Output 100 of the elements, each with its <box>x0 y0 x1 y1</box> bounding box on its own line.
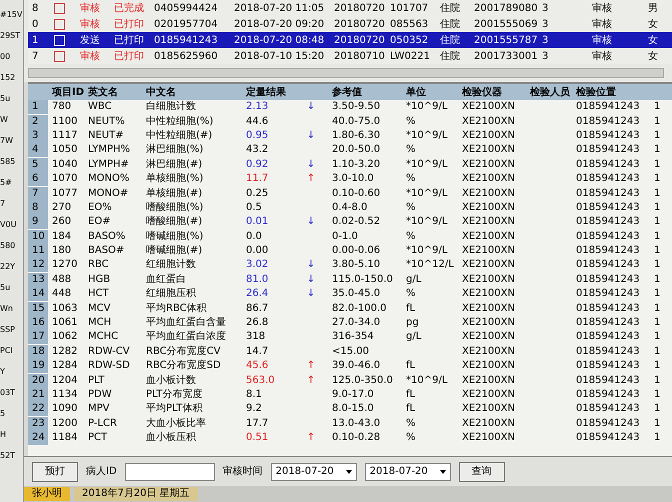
checkbox[interactable] <box>54 18 64 30</box>
table-cell-text: 平均PLT体积 <box>145 402 204 416</box>
table-cell-text: 0185941243 <box>575 330 641 344</box>
pre-print-button[interactable]: 预打 <box>32 462 78 482</box>
table-cell-text: 0.92 <box>245 158 270 172</box>
table-cell-text: XE2100XN <box>461 402 516 416</box>
table-cell-text: 35.0-45.0 <box>331 287 382 302</box>
column-header: 检验仪器 <box>460 86 503 100</box>
table-cell-text: EO# <box>87 215 112 230</box>
row-number: 23 <box>28 416 48 431</box>
table-cell-text: EO% <box>87 200 113 215</box>
row-number: 14 <box>28 287 48 302</box>
table-cell-text: 1 <box>653 344 662 359</box>
flag-arrow: ↓ <box>306 287 316 302</box>
table-cell-text: *10^9/L <box>405 244 448 258</box>
row-number: 7 <box>28 186 48 201</box>
sample-row[interactable]: 1 发送 已打印 0185941243 2018-07-20 08:48 20180720 050352 住院 2001555787 3 审核 女 <box>28 32 672 48</box>
date-to-dropdown[interactable]: 2018-07-20 <box>364 462 451 480</box>
table-cell-text: 0.5 <box>245 200 263 215</box>
column-header: 项目ID <box>50 86 84 100</box>
table-cell-text: MCHC <box>87 330 120 344</box>
table-cell-text: MONO% <box>87 172 130 186</box>
table-cell-text: 0185941243 <box>153 34 219 48</box>
table-cell-text: 7 <box>31 50 40 64</box>
table-cell-text: LYMPH% <box>87 143 132 158</box>
table-cell-text: 1 <box>653 128 662 143</box>
table-cell-text: 20180710 <box>333 50 386 64</box>
table-cell-text: MONO# <box>87 186 130 201</box>
table-cell-text: 淋巴细胞(#) <box>145 158 204 172</box>
table-cell-text: 26.8 <box>245 316 270 330</box>
table-cell-text: 2001789080 <box>473 2 538 16</box>
table-cell-text: 住院 <box>439 2 461 16</box>
table-cell-text: 180 <box>51 244 72 258</box>
table-cell-text: BASO# <box>87 244 126 258</box>
table-cell-text: 0185941243 <box>575 431 641 446</box>
table-cell-text: 0185941243 <box>575 215 641 230</box>
table-cell-text: 0185941243 <box>575 388 641 402</box>
table-cell-text: XE2100XN <box>461 128 516 143</box>
table-cell-text: 0185941243 <box>575 374 641 388</box>
patient-id-field[interactable] <box>124 462 215 480</box>
table-cell-text: *10^9/L <box>405 215 448 230</box>
table-cell-text: 318 <box>245 330 266 344</box>
table-cell-text: 中性粒细胞(%) <box>145 114 214 129</box>
table-cell-text: PDW <box>87 388 113 402</box>
query-button[interactable]: 查询 <box>458 462 505 482</box>
table-cell-text: 1090 <box>51 402 78 416</box>
sample-row[interactable]: 0 审核 已打印 0201957704 2018-07-20 09:20 20180720 085563 住院 2001555069 3 审核 女 <box>28 16 672 32</box>
table-cell-text: 9.2 <box>245 402 263 416</box>
table-cell-text: XE2100XN <box>461 330 516 344</box>
review-time-label: 审核时间 <box>222 464 263 479</box>
table-cell-text: g/L <box>405 272 422 287</box>
checkbox[interactable] <box>54 2 64 14</box>
table-cell-text: 嗜碱细胞(#) <box>145 244 204 258</box>
row-number: 9 <box>28 215 48 230</box>
date-from-dropdown[interactable]: 2018-07-20 <box>270 462 357 480</box>
table-cell-text: 45.6 <box>245 359 270 374</box>
checkbox[interactable] <box>54 50 64 62</box>
table-cell-text: XE2100XN <box>461 388 516 402</box>
table-cell-text: 488 <box>51 272 72 287</box>
table-cell-text: 184 <box>51 230 72 244</box>
table-cell-text: 0185941243 <box>575 230 641 244</box>
table-cell-text: 40.0-75.0 <box>331 114 382 129</box>
table-cell-text: 已完成 <box>113 2 145 16</box>
flag-arrow: ↓ <box>306 128 316 143</box>
table-cell-text: 1134 <box>51 388 78 402</box>
table-cell-text: 嗜酸细胞(%) <box>145 200 204 215</box>
table-cell-text: RBC分布宽度SD <box>145 359 222 374</box>
table-cell-text: 1 <box>653 359 662 374</box>
table-cell-text: 0185941243 <box>575 100 641 114</box>
side-label: 580 <box>0 240 16 252</box>
table-cell-text: 1 <box>653 388 662 402</box>
table-cell-text: 20.0-50.0 <box>331 143 382 158</box>
table-cell-text: % <box>405 416 417 431</box>
table-cell-text: 260 <box>51 215 72 230</box>
taskbar-item[interactable]: 张小明 <box>24 487 70 501</box>
table-cell-text: 审核 <box>79 2 101 16</box>
flag-arrow: ↓ <box>306 158 316 172</box>
sample-row[interactable]: 7 审核 已打印 0185625960 2018-07-10 15:20 20180710 LW0221 住院 2001733001 3 审核 女 <box>28 48 672 64</box>
table-cell-text: XE2100XN <box>461 287 516 302</box>
table-cell-text: 审核 <box>591 18 613 32</box>
table-cell-text: 1 <box>653 215 662 230</box>
table-cell-text: 050352 <box>389 34 430 48</box>
table-cell-text: 0405994424 <box>153 2 219 16</box>
sample-row[interactable]: 8 审核 已完成 0405994424 2018-07-20 11:05 20180720 101707 住院 2001789080 3 审核 男 <box>28 0 672 16</box>
table-cell-text: 1 <box>653 258 662 272</box>
taskbar-item[interactable]: 2018年7月20日 星期五 <box>74 487 198 501</box>
table-cell-text: 1 <box>653 158 662 172</box>
side-label: 152 <box>0 72 16 84</box>
table-cell-text: 平均血红蛋白浓度 <box>145 330 227 344</box>
table-cell-text: 平均RBC体积 <box>145 302 208 316</box>
row-number: 8 <box>28 200 48 215</box>
table-cell-text: 8.0-15.0 <box>331 402 375 416</box>
table-cell-text: 审核 <box>591 2 613 16</box>
table-cell-text: 2001555069 <box>473 18 538 32</box>
table-cell-text: 血小板计数 <box>145 374 197 388</box>
side-label: Y <box>0 366 6 378</box>
horizontal-scrollbar[interactable] <box>28 68 664 78</box>
table-cell-text: % <box>405 287 417 302</box>
table-cell-text: 0185941243 <box>575 316 641 330</box>
table-cell-text: 1 <box>653 402 662 416</box>
